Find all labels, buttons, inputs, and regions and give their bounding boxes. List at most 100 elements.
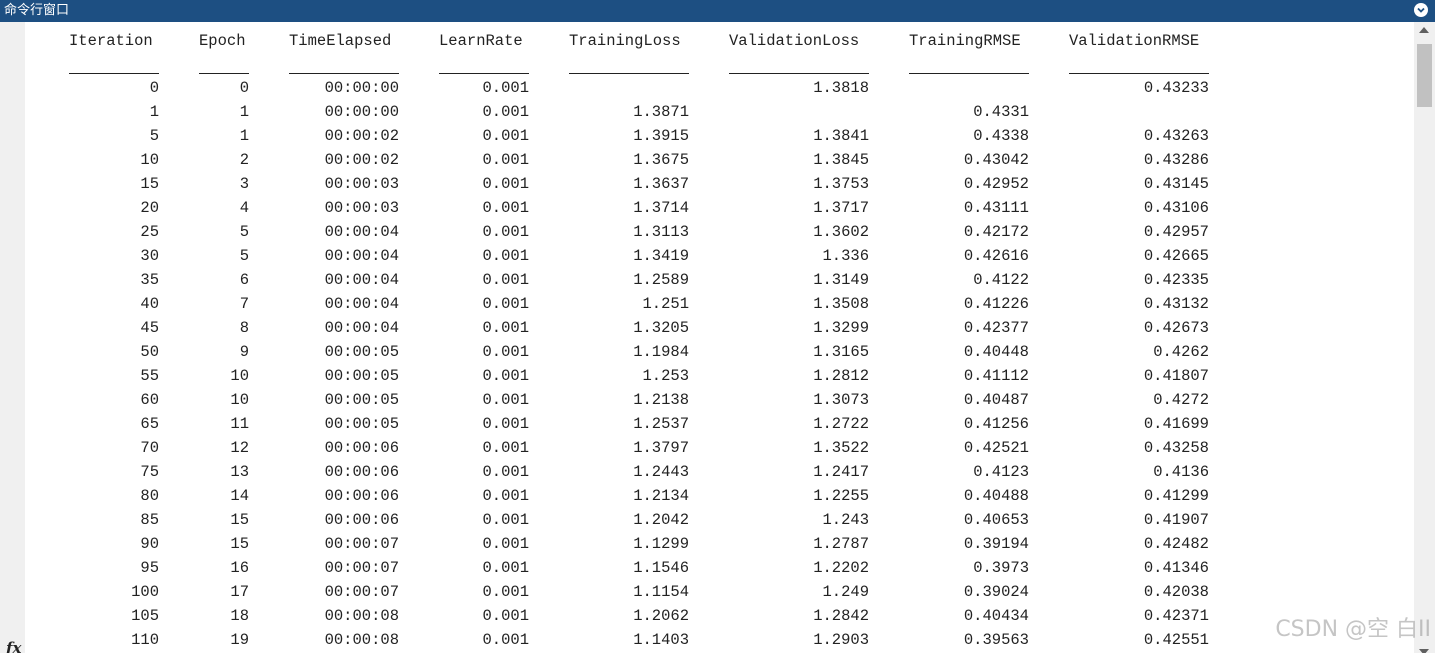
cell-validation-loss: 1.3522	[813, 439, 869, 457]
vertical-scrollbar[interactable]	[1414, 22, 1435, 653]
cell-epoch: 4	[239, 199, 249, 217]
cell-training-loss: 1.3714	[633, 199, 689, 217]
cell-iteration: 75	[140, 463, 159, 481]
header-underline	[1069, 73, 1209, 74]
cell-epoch: 8	[239, 319, 249, 337]
cell-validation-rmse: 0.42482	[1143, 535, 1209, 553]
cell-training-loss: 1.3915	[633, 127, 689, 145]
cell-epoch: 6	[239, 271, 249, 289]
cell-training-loss: 1.2537	[633, 415, 689, 433]
cell-training-rmse: 0.42172	[963, 223, 1029, 241]
cell-learn-rate: 0.001	[482, 319, 529, 337]
cell-validation-rmse: 0.42665	[1143, 247, 1209, 265]
table-row: 105 18 00:00:08 0.001 1.2062 1.2842 0.40434 0.4…	[25, 604, 1414, 628]
cell-training-rmse: 0.41226	[963, 295, 1029, 313]
cell-training-rmse: 0.42521	[963, 439, 1029, 457]
cell-learn-rate: 0.001	[482, 487, 529, 505]
cell-epoch: 16	[230, 559, 249, 577]
cell-validation-rmse: 0.42038	[1143, 583, 1209, 601]
cell-validation-rmse: 0.43132	[1143, 295, 1209, 313]
header-underline	[909, 73, 1029, 74]
cell-iteration: 70	[140, 439, 159, 457]
cell-iteration: 35	[140, 271, 159, 289]
cell-training-loss: 1.3419	[633, 247, 689, 265]
cell-training-rmse: 0.41112	[963, 367, 1029, 385]
cell-iteration: 5	[149, 127, 159, 145]
fx-icon[interactable]: fx	[6, 639, 21, 653]
cell-epoch: 19	[230, 631, 249, 649]
header-training-loss: TrainingLoss	[569, 32, 681, 50]
cell-learn-rate: 0.001	[482, 631, 529, 649]
cell-validation-loss: 1.2842	[813, 607, 869, 625]
cell-validation-loss: 1.2202	[813, 559, 869, 577]
table-row: 15 3 00:00:03 0.001 1.3637 1.3753 0.42952 0.431…	[25, 172, 1414, 196]
cell-validation-loss: 1.336	[822, 247, 869, 265]
command-output[interactable]: Iteration Epoch TimeElapsed LearnRate Tr…	[25, 22, 1414, 653]
cell-training-loss: 1.1154	[633, 583, 689, 601]
cell-training-rmse: 0.3973	[973, 559, 1029, 577]
cell-training-rmse: 0.42952	[963, 175, 1029, 193]
table-row: 85 15 00:00:06 0.001 1.2042 1.243 0.40653 0.419…	[25, 508, 1414, 532]
cell-learn-rate: 0.001	[482, 511, 529, 529]
header-time-elapsed: TimeElapsed	[289, 32, 392, 50]
cell-training-loss: 1.1299	[633, 535, 689, 553]
header-learn-rate: LearnRate	[439, 32, 523, 50]
window-actions-button[interactable]	[1414, 3, 1428, 17]
cell-iteration: 65	[140, 415, 159, 433]
cell-validation-loss: 1.3753	[813, 175, 869, 193]
cell-epoch: 17	[230, 583, 249, 601]
cell-training-loss: 1.3871	[633, 103, 689, 121]
cell-epoch: 15	[230, 511, 249, 529]
cell-training-rmse: 0.39024	[963, 583, 1029, 601]
header-iteration: Iteration	[69, 32, 153, 50]
cell-learn-rate: 0.001	[482, 463, 529, 481]
cell-training-loss: 1.253	[642, 367, 689, 385]
cell-training-rmse: 0.42616	[963, 247, 1029, 265]
table-row: 60 10 00:00:05 0.001 1.2138 1.3073 0.40487 0.42…	[25, 388, 1414, 412]
cell-epoch: 14	[230, 487, 249, 505]
table-row: 100 17 00:00:07 0.001 1.1154 1.249 0.39024 0.42…	[25, 580, 1414, 604]
cell-learn-rate: 0.001	[482, 127, 529, 145]
cell-iteration: 45	[140, 319, 159, 337]
cell-validation-rmse: 0.42371	[1143, 607, 1209, 625]
cell-epoch: 7	[239, 295, 249, 313]
table-row: 50 9 00:00:05 0.001 1.1984 1.3165 0.40448 0.426…	[25, 340, 1414, 364]
table-row: 95 16 00:00:07 0.001 1.1546 1.2202 0.3973 0.413…	[25, 556, 1414, 580]
cell-time-elapsed: 00:00:05	[324, 391, 399, 409]
cell-time-elapsed: 00:00:07	[324, 583, 399, 601]
cell-time-elapsed: 00:00:04	[324, 223, 399, 241]
cell-iteration: 100	[131, 583, 159, 601]
cell-time-elapsed: 00:00:05	[324, 367, 399, 385]
table-row: 1 1 00:00:00 0.001 1.3871 0.4331	[25, 100, 1414, 124]
scroll-thumb[interactable]	[1417, 44, 1432, 107]
table-row: 90 15 00:00:07 0.001 1.1299 1.2787 0.39194 0.42…	[25, 532, 1414, 556]
cell-validation-loss: 1.3165	[813, 343, 869, 361]
cell-training-loss: 1.1984	[633, 343, 689, 361]
table-row: 5 1 00:00:02 0.001 1.3915 1.3841 0.4338 0.43263	[25, 124, 1414, 148]
cell-learn-rate: 0.001	[482, 151, 529, 169]
cell-training-loss: 1.2138	[633, 391, 689, 409]
scroll-up-icon[interactable]	[1419, 27, 1429, 33]
cell-iteration: 50	[140, 343, 159, 361]
table-row: 80 14 00:00:06 0.001 1.2134 1.2255 0.40488 0.41…	[25, 484, 1414, 508]
scroll-down-icon[interactable]	[1419, 649, 1429, 653]
cell-time-elapsed: 00:00:06	[324, 463, 399, 481]
cell-training-rmse: 0.39563	[963, 631, 1029, 649]
table-row: 35 6 00:00:04 0.001 1.2589 1.3149 0.4122 0.4233…	[25, 268, 1414, 292]
table-row: 10 2 00:00:02 0.001 1.3675 1.3845 0.43042 0.432…	[25, 148, 1414, 172]
cell-learn-rate: 0.001	[482, 79, 529, 97]
cell-learn-rate: 0.001	[482, 223, 529, 241]
window-title: 命令行窗口	[4, 3, 70, 18]
cell-training-rmse: 0.41256	[963, 415, 1029, 433]
cell-learn-rate: 0.001	[482, 271, 529, 289]
cell-learn-rate: 0.001	[482, 415, 529, 433]
cell-iteration: 25	[140, 223, 159, 241]
table-row: 40 7 00:00:04 0.001 1.251 1.3508 0.41226 0.4313…	[25, 292, 1414, 316]
cell-learn-rate: 0.001	[482, 391, 529, 409]
cell-validation-loss: 1.2903	[813, 631, 869, 649]
cell-time-elapsed: 00:00:07	[324, 559, 399, 577]
cell-training-loss	[569, 76, 689, 100]
cell-validation-rmse: 0.43286	[1143, 151, 1209, 169]
header-underline	[439, 73, 529, 74]
command-window: 命令行窗口 fx Iteration Epoch TimeElapsed Lea…	[0, 0, 1435, 653]
